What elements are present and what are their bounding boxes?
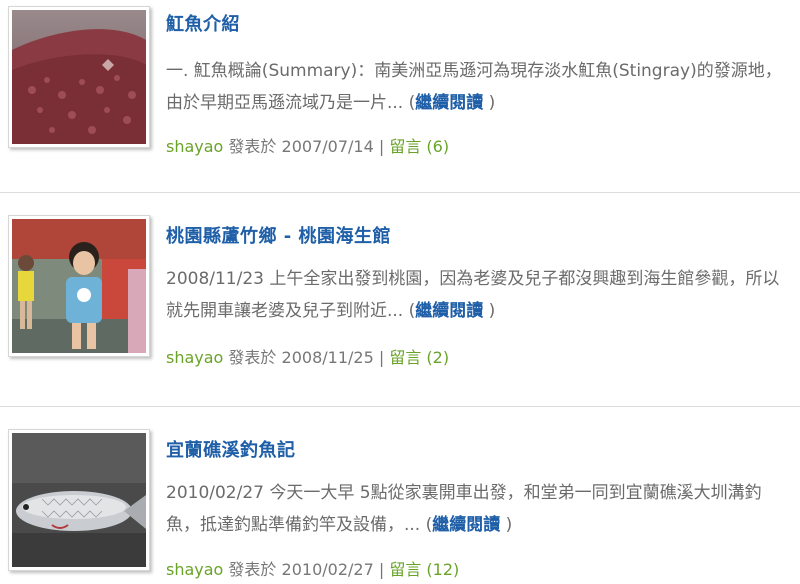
post-thumbnail[interactable] xyxy=(8,6,150,148)
posted-label: 發表於 xyxy=(223,560,282,579)
kids-image xyxy=(12,219,146,353)
post-item: 桃園縣蘆竹鄉 - 桃園海生館 2008/11/23 上午全家出發到桃園，因為老婆… xyxy=(0,193,800,406)
author-link[interactable]: shayao xyxy=(166,560,223,579)
read-more-link[interactable]: 繼續閱讀 xyxy=(415,301,483,321)
post-title-link[interactable]: 桃園縣蘆竹鄉 - 桃園海生館 xyxy=(166,222,391,248)
post-meta: shayao 發表於 2008/11/25 | 留言 (2) xyxy=(166,344,449,368)
author-link[interactable]: shayao xyxy=(166,137,223,156)
post-thumbnail[interactable] xyxy=(8,429,150,571)
post-title-link[interactable]: 魟魚介紹 xyxy=(166,10,240,36)
comments-link[interactable]: 留言 (6) xyxy=(389,137,449,156)
read-more-link[interactable]: 繼續閱讀 xyxy=(415,93,483,113)
more-paren-close: ) xyxy=(500,515,513,535)
post-excerpt: 一. 魟魚概論(Summary)：南美洲亞馬遜河為現存淡水魟魚(Stingray… xyxy=(166,55,790,119)
post-date: 2008/11/25 xyxy=(281,348,374,367)
comments-link[interactable]: 留言 (12) xyxy=(389,560,459,579)
meta-separator: | xyxy=(373,137,390,156)
post-meta: shayao 發表於 2007/07/14 | 留言 (6) xyxy=(166,133,449,157)
posted-label: 發表於 xyxy=(223,137,282,156)
post-item: 宜蘭礁溪釣魚記 2010/02/27 今天一大早 5點從家裏開車出發，和堂弟一同… xyxy=(0,407,800,584)
post-item: 魟魚介紹 一. 魟魚概論(Summary)：南美洲亞馬遜河為現存淡水魟魚(Sti… xyxy=(0,0,800,192)
post-title-link[interactable]: 宜蘭礁溪釣魚記 xyxy=(166,436,296,462)
read-more-link[interactable]: 繼續閱讀 xyxy=(432,515,500,535)
meta-separator: | xyxy=(373,348,390,367)
more-paren-close: ) xyxy=(483,93,496,113)
more-paren-close: ) xyxy=(483,301,496,321)
fish-image xyxy=(12,433,146,567)
stingray-image xyxy=(12,10,146,144)
comments-link[interactable]: 留言 (2) xyxy=(389,348,449,367)
post-meta: shayao 發表於 2010/02/27 | 留言 (12) xyxy=(166,556,459,580)
posted-label: 發表於 xyxy=(223,348,282,367)
post-date: 2007/07/14 xyxy=(281,137,374,156)
post-excerpt: 2010/02/27 今天一大早 5點從家裏開車出發，和堂弟一同到宜蘭礁溪大圳溝… xyxy=(166,477,790,541)
author-link[interactable]: shayao xyxy=(166,348,223,367)
post-date: 2010/02/27 xyxy=(281,560,374,579)
post-thumbnail[interactable] xyxy=(8,215,150,357)
meta-separator: | xyxy=(373,560,390,579)
post-excerpt: 2008/11/23 上午全家出發到桃園，因為老婆及兒子都沒興趣到海生館參觀，所… xyxy=(166,263,790,327)
